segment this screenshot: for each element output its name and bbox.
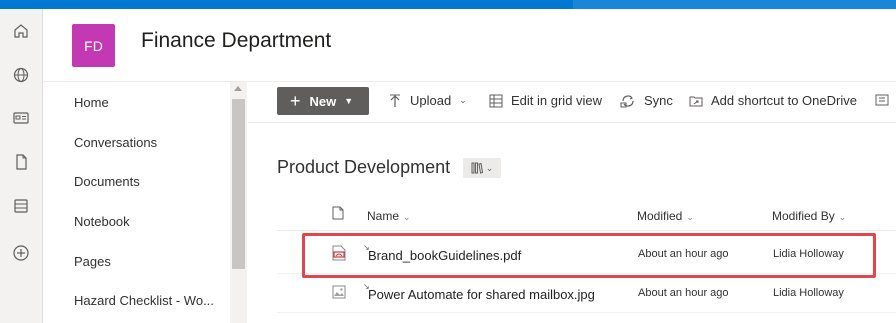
site-header: FD Finance Department bbox=[43, 9, 896, 82]
column-header-modified-by-label: Modified By bbox=[772, 209, 835, 223]
app-rail bbox=[0, 9, 43, 323]
nav-item-home[interactable]: Home bbox=[74, 95, 109, 110]
table-row[interactable]: ↘ Power Automate for shared mailbox.jpg … bbox=[277, 274, 896, 313]
column-header-modified[interactable]: Modified ⌄ bbox=[637, 209, 694, 223]
edit-grid-view-label: Edit in grid view bbox=[511, 93, 603, 108]
modified-by-value[interactable]: Lidia Holloway bbox=[773, 248, 844, 260]
suite-header-bar bbox=[0, 0, 896, 9]
overflow-command-button[interactable] bbox=[875, 93, 896, 107]
add-shortcut-label: Add shortcut to OneDrive bbox=[711, 93, 857, 108]
chevron-down-icon: ⌄ bbox=[459, 95, 467, 105]
nav-item-conversations[interactable]: Conversations bbox=[74, 135, 157, 150]
new-button[interactable]: + New ▼ bbox=[277, 87, 369, 115]
file-name[interactable]: ↘ Power Automate for shared mailbox.jpg bbox=[363, 282, 595, 302]
scroll-thumb[interactable] bbox=[232, 99, 245, 269]
library-icon bbox=[471, 162, 483, 174]
nav-item-notebook[interactable]: Notebook bbox=[74, 214, 130, 229]
new-item-icon: ↘ bbox=[363, 243, 370, 252]
main-content: + New ▼ Upload ⌄ Edit in grid view Sync … bbox=[248, 82, 896, 323]
home-icon[interactable] bbox=[11, 21, 31, 41]
grid-icon bbox=[489, 94, 503, 107]
globe-icon[interactable] bbox=[11, 65, 31, 85]
add-icon[interactable] bbox=[11, 243, 31, 263]
add-shortcut-onedrive-button[interactable]: Add shortcut to OneDrive bbox=[689, 93, 857, 108]
chevron-down-icon: ⌄ bbox=[838, 212, 847, 222]
left-navigation: Home Conversations Documents Notebook Pa… bbox=[43, 82, 247, 323]
column-header-name-label: Name bbox=[367, 209, 400, 223]
plus-icon: + bbox=[290, 91, 301, 111]
column-header-modified-label: Modified bbox=[637, 209, 683, 223]
site-logo[interactable]: FD bbox=[72, 24, 115, 67]
sync-button[interactable]: Sync bbox=[620, 93, 673, 108]
export-icon bbox=[875, 94, 889, 106]
pdf-file-icon bbox=[332, 245, 346, 266]
column-header-name[interactable]: Name ⌄ bbox=[367, 209, 411, 223]
file-name-label: Brand_bookGuidelines.pdf bbox=[368, 248, 522, 263]
suite-header-segment bbox=[573, 0, 896, 9]
sync-label: Sync bbox=[644, 93, 673, 108]
edit-grid-view-button[interactable]: Edit in grid view bbox=[489, 93, 602, 108]
nav-item-pages[interactable]: Pages bbox=[74, 254, 111, 269]
upload-icon bbox=[390, 94, 400, 107]
command-bar: + New ▼ Upload ⌄ Edit in grid view Sync … bbox=[248, 82, 896, 123]
site-title[interactable]: Finance Department bbox=[141, 29, 331, 53]
new-button-label: New bbox=[309, 93, 337, 109]
list-icon[interactable] bbox=[11, 196, 31, 216]
library-title[interactable]: Product Development bbox=[277, 157, 450, 178]
news-icon[interactable] bbox=[11, 108, 31, 128]
table-row[interactable]: ↘ Brand_bookGuidelines.pdf About an hour… bbox=[277, 235, 896, 274]
upload-label: Upload bbox=[410, 93, 452, 108]
chevron-down-icon: ⌄ bbox=[686, 212, 694, 222]
scroll-up-arrow-icon[interactable] bbox=[234, 86, 242, 91]
shortcut-icon bbox=[689, 96, 703, 106]
file-name-label: Power Automate for shared mailbox.jpg bbox=[368, 287, 595, 302]
file-type-header-icon[interactable] bbox=[332, 206, 344, 225]
chevron-down-icon: ⌄ bbox=[485, 162, 494, 173]
header-divider bbox=[277, 230, 896, 231]
chevron-down-icon: ▼ bbox=[344, 96, 354, 106]
image-file-icon bbox=[332, 284, 346, 305]
new-item-icon: ↘ bbox=[363, 282, 370, 291]
modified-by-value[interactable]: Lidia Holloway bbox=[773, 287, 844, 299]
nav-item-hazard-checklist[interactable]: Hazard Checklist - Wo... bbox=[74, 293, 214, 308]
modified-value: About an hour ago bbox=[638, 248, 729, 260]
upload-button[interactable]: Upload ⌄ bbox=[388, 93, 467, 108]
sync-icon bbox=[620, 94, 634, 107]
column-header-modified-by[interactable]: Modified By ⌄ bbox=[772, 209, 846, 223]
view-options-button[interactable]: ⌄ bbox=[463, 158, 501, 178]
file-name[interactable]: ↘ Brand_bookGuidelines.pdf bbox=[363, 243, 522, 263]
file-icon[interactable] bbox=[11, 152, 31, 172]
nav-item-documents[interactable]: Documents bbox=[74, 174, 140, 189]
chevron-down-icon: ⌄ bbox=[403, 212, 411, 222]
modified-value: About an hour ago bbox=[638, 287, 729, 299]
nav-scrollbar[interactable] bbox=[230, 82, 247, 323]
